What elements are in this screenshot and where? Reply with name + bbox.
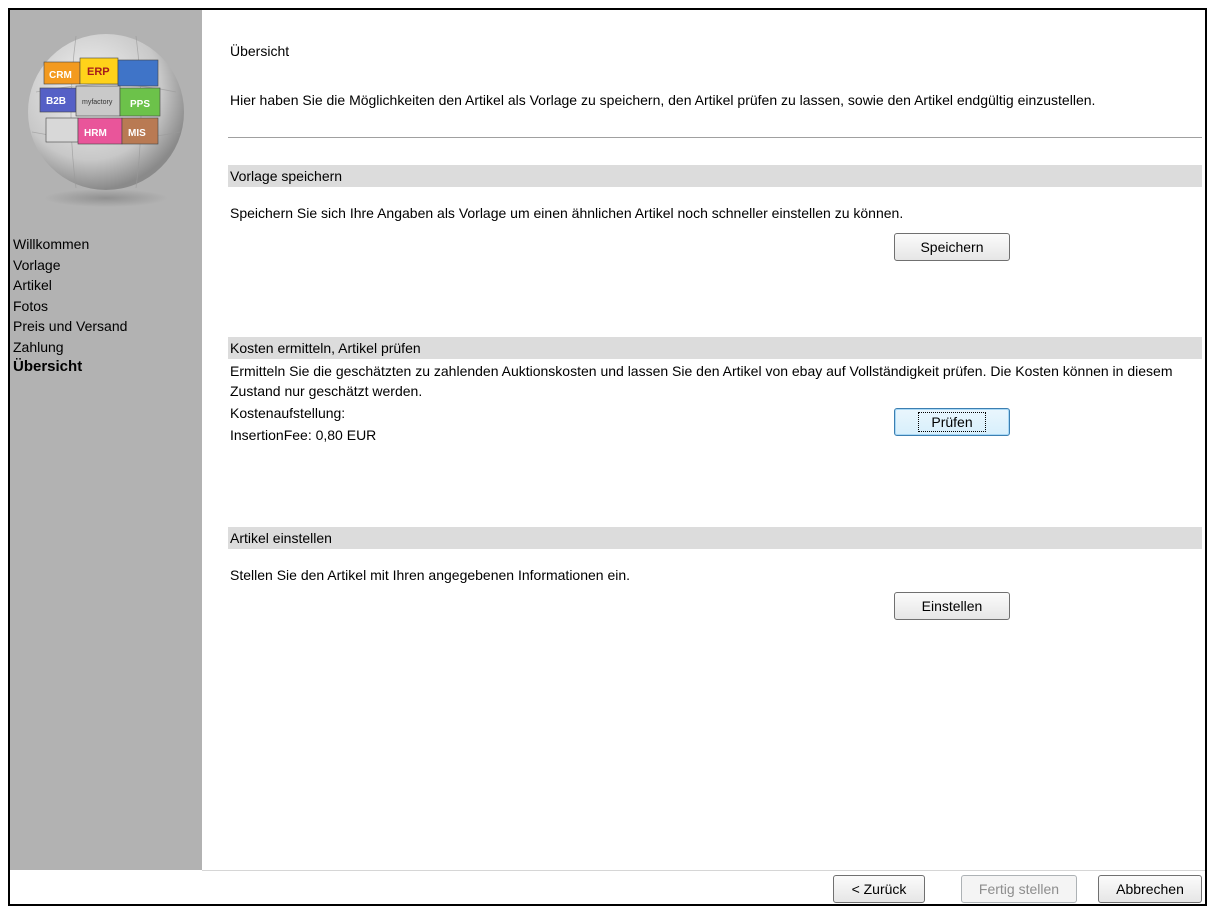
nav-item-artikel[interactable]: Artikel <box>13 275 127 296</box>
finish-button[interactable]: Fertig stellen <box>961 875 1077 903</box>
svg-text:PPS: PPS <box>130 99 150 110</box>
svg-text:myfactory: myfactory <box>82 99 113 106</box>
save-template-button[interactable]: Speichern <box>894 233 1010 261</box>
nav-item-fotos[interactable]: Fotos <box>13 296 127 317</box>
wizard-step-list: Willkommen Vorlage Artikel Fotos Preis u… <box>13 234 127 378</box>
svg-text:MIS: MIS <box>128 128 146 139</box>
header-divider <box>228 137 1202 138</box>
section-heading-artikel-einstellen: Artikel einstellen <box>228 527 1202 549</box>
sidebar: CRM ERP B2B myfactory PPS HRM MIS Willko… <box>10 10 202 870</box>
svg-text:B2B: B2B <box>46 96 66 107</box>
nav-item-zahlung[interactable]: Zahlung <box>13 337 127 358</box>
check-article-button-label: Prüfen <box>918 412 986 432</box>
logo-puzzle-globe: CRM ERP B2B myfactory PPS HRM MIS <box>28 34 184 207</box>
nav-item-vorlage[interactable]: Vorlage <box>13 255 127 276</box>
section-text-artikel-einstellen: Stellen Sie den Artikel mit Ihren angege… <box>230 567 631 583</box>
section-text-kosten-pruefen: Ermitteln Sie die geschätzten zu zahlend… <box>230 363 1173 399</box>
back-button[interactable]: < Zurück <box>833 875 925 903</box>
check-article-button[interactable]: Prüfen <box>894 408 1010 436</box>
cost-summary-label: Kostenaufstellung: <box>230 405 346 421</box>
section-heading-kosten-pruefen: Kosten ermitteln, Artikel prüfen <box>228 337 1202 359</box>
page-title: Übersicht <box>230 43 290 59</box>
save-template-button-label: Speichern <box>920 239 984 255</box>
nav-item-preis-und-versand[interactable]: Preis und Versand <box>13 316 127 337</box>
publish-article-button[interactable]: Einstellen <box>894 592 1010 620</box>
svg-text:CRM: CRM <box>49 70 72 81</box>
nav-item-willkommen[interactable]: Willkommen <box>13 234 127 255</box>
cancel-button[interactable]: Abbrechen <box>1098 875 1202 903</box>
section-text-vorlage-speichern: Speichern Sie sich Ihre Angaben als Vorl… <box>230 205 904 221</box>
cancel-button-label: Abbrechen <box>1116 881 1184 897</box>
svg-text:HRM: HRM <box>84 128 107 139</box>
publish-article-button-label: Einstellen <box>921 598 983 614</box>
section-heading-vorlage-speichern: Vorlage speichern <box>228 165 1202 187</box>
nav-item-uebersicht[interactable]: Übersicht <box>13 357 127 378</box>
finish-button-label: Fertig stellen <box>978 881 1060 897</box>
insertion-fee-value: InsertionFee: 0,80 EUR <box>230 427 377 443</box>
wizard-footer: < Zurück Fertig stellen Abbrechen <box>10 871 1205 904</box>
main-content: Übersicht Hier haben Sie die Möglichkeit… <box>202 10 1205 870</box>
back-button-label: < Zurück <box>851 881 907 897</box>
svg-text:ERP: ERP <box>87 66 110 78</box>
wizard-window: CRM ERP B2B myfactory PPS HRM MIS Willko… <box>8 8 1207 906</box>
page-description: Hier haben Sie die Möglichkeiten den Art… <box>230 92 1096 108</box>
